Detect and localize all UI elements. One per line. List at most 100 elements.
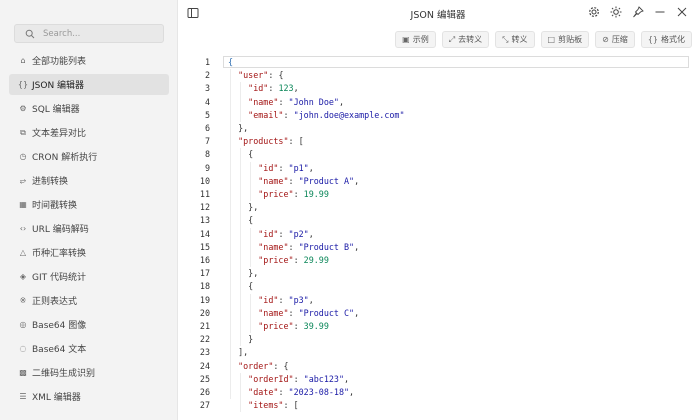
code-token: ,: [293, 83, 299, 94]
code-token: "orderId": [248, 373, 294, 384]
code-token: {: [248, 215, 254, 226]
line-number: 22: [199, 334, 210, 345]
code-text: },: [228, 267, 258, 280]
code-text: ],: [228, 346, 248, 359]
toolbar-button[interactable]: ⊘ 压缩: [595, 31, 635, 48]
sidebar-item[interactable]: ◌ Base64 文本: [9, 338, 169, 359]
code-token: 29.99: [303, 255, 329, 265]
code-token: "order": [238, 360, 274, 371]
code-token: ,: [338, 96, 344, 107]
toolbar-button-label: 示例: [412, 35, 429, 44]
code-token: "p1": [288, 162, 309, 173]
toolbar-button[interactable]: ▣ 示例: [395, 31, 436, 48]
toolbar-button-label: 去转义: [458, 35, 483, 44]
sidebar-item[interactable]: ◈ GIT 代码统计: [9, 266, 169, 287]
code-line: 22 }: [190, 333, 690, 346]
code-token: :: [293, 189, 304, 199]
example-icon: ▣: [402, 35, 410, 44]
sidebar-item[interactable]: ⌂ 全部功能列表: [9, 50, 169, 71]
code-line: 8 {: [190, 148, 690, 161]
settings-icon[interactable]: [588, 6, 600, 18]
line-number: 19: [199, 294, 210, 305]
code-token: "name": [258, 175, 289, 186]
minimize-icon[interactable]: [654, 6, 666, 18]
sidebar-item[interactable]: ☰ XML 编辑器: [9, 386, 169, 407]
code-token: },: [238, 123, 249, 133]
code-token: },: [248, 268, 259, 279]
sidebar-item[interactable]: ◷ CRON 解析执行: [9, 146, 169, 167]
currency-icon: △: [19, 248, 27, 257]
code-line: 5 "email": "john.doe@example.com": [190, 109, 690, 122]
code-token: "2023-08-18": [288, 387, 350, 397]
toolbar-button[interactable]: ⤢ 去转义: [441, 31, 490, 48]
code-line: 3 "id": 123,: [190, 82, 690, 95]
sidebar-item[interactable]: ▦ 时间戳转换: [9, 194, 169, 215]
code-token: "name": [258, 307, 289, 318]
sidebar-item[interactable]: △ 币种汇率转换: [9, 242, 169, 263]
code-line: 19 "id": "p3",: [190, 294, 690, 307]
line-number: 6: [204, 123, 210, 133]
code-token: : [: [283, 400, 299, 411]
code-token: "abc123": [303, 373, 344, 384]
toolbar-button[interactable]: □ 剪贴板: [540, 31, 590, 48]
search-icon: [25, 29, 35, 38]
code-text: "email": "john.doe@example.com": [228, 109, 404, 122]
code-line: 21 "price": 39.99: [190, 320, 690, 333]
sidebar-item[interactable]: ◎ Base64 图像: [9, 314, 169, 335]
sidebar-item[interactable]: ※ 正则表达式: [9, 290, 169, 311]
sidebar-item[interactable]: {} JSON 编辑器: [9, 74, 169, 95]
code-text: {: [228, 56, 233, 69]
code-line: 11 "price": 19.99: [190, 188, 690, 201]
code-text: {: [228, 148, 253, 161]
sidebar-item[interactable]: ‹› URL 编码解码: [9, 218, 169, 239]
search-box[interactable]: [14, 24, 164, 43]
sidebar-item[interactable]: ▩ 二维码生成识别: [9, 362, 169, 383]
code-icon: ‹›: [19, 224, 27, 233]
sidebar-item-label: 进制转换: [32, 177, 69, 187]
code-line: 24 "order": {: [190, 360, 690, 373]
sidebar-item[interactable]: ⥂ 进制转换: [9, 170, 169, 191]
code-token: 123: [278, 83, 294, 94]
code-text: "price": 19.99: [228, 188, 329, 201]
code-token: ,: [344, 373, 350, 384]
toolbar-button[interactable]: ⤡ 转义: [495, 31, 535, 48]
theme-sun-icon[interactable]: [610, 6, 622, 18]
code-text: "name": "Product B",: [228, 241, 359, 254]
code-token: "items": [248, 400, 284, 411]
line-number: 5: [204, 109, 210, 120]
sidebar-item[interactable]: ⚙ SQL 编辑器: [9, 98, 169, 119]
code-text: }: [228, 333, 253, 346]
sidebar-item-label: XML 编辑器: [32, 393, 81, 403]
code-text: },: [228, 122, 248, 135]
sidebar-item[interactable]: ⧉ 文本差异对比: [9, 122, 169, 143]
code-editor[interactable]: 1{2 "user": {3 "id": 123, 4 "name": "John…: [190, 55, 698, 420]
pin-icon[interactable]: [632, 6, 644, 18]
code-text: "name": "John Doe",: [228, 96, 344, 109]
line-number: 14: [199, 228, 210, 239]
home-icon: ⌂: [20, 56, 26, 65]
title-bar: JSON 编辑器: [178, 0, 698, 28]
format-icon: {}: [647, 35, 658, 44]
code-line: 25 "orderId": "abc123",: [190, 373, 690, 386]
code-text: "items": [: [228, 399, 299, 412]
search-input[interactable]: [43, 28, 153, 39]
code-text: "products": [: [228, 135, 304, 148]
code-token: :: [288, 241, 299, 252]
toolbar-button[interactable]: {} 格式化: [640, 31, 692, 48]
toolbar-button-label: 转义: [511, 35, 528, 44]
line-number: 2: [204, 70, 210, 81]
code-text: "name": "Product A",: [228, 175, 359, 188]
close-icon[interactable]: [676, 6, 688, 18]
line-number: 23: [199, 347, 210, 358]
line-number: 3: [204, 83, 210, 94]
